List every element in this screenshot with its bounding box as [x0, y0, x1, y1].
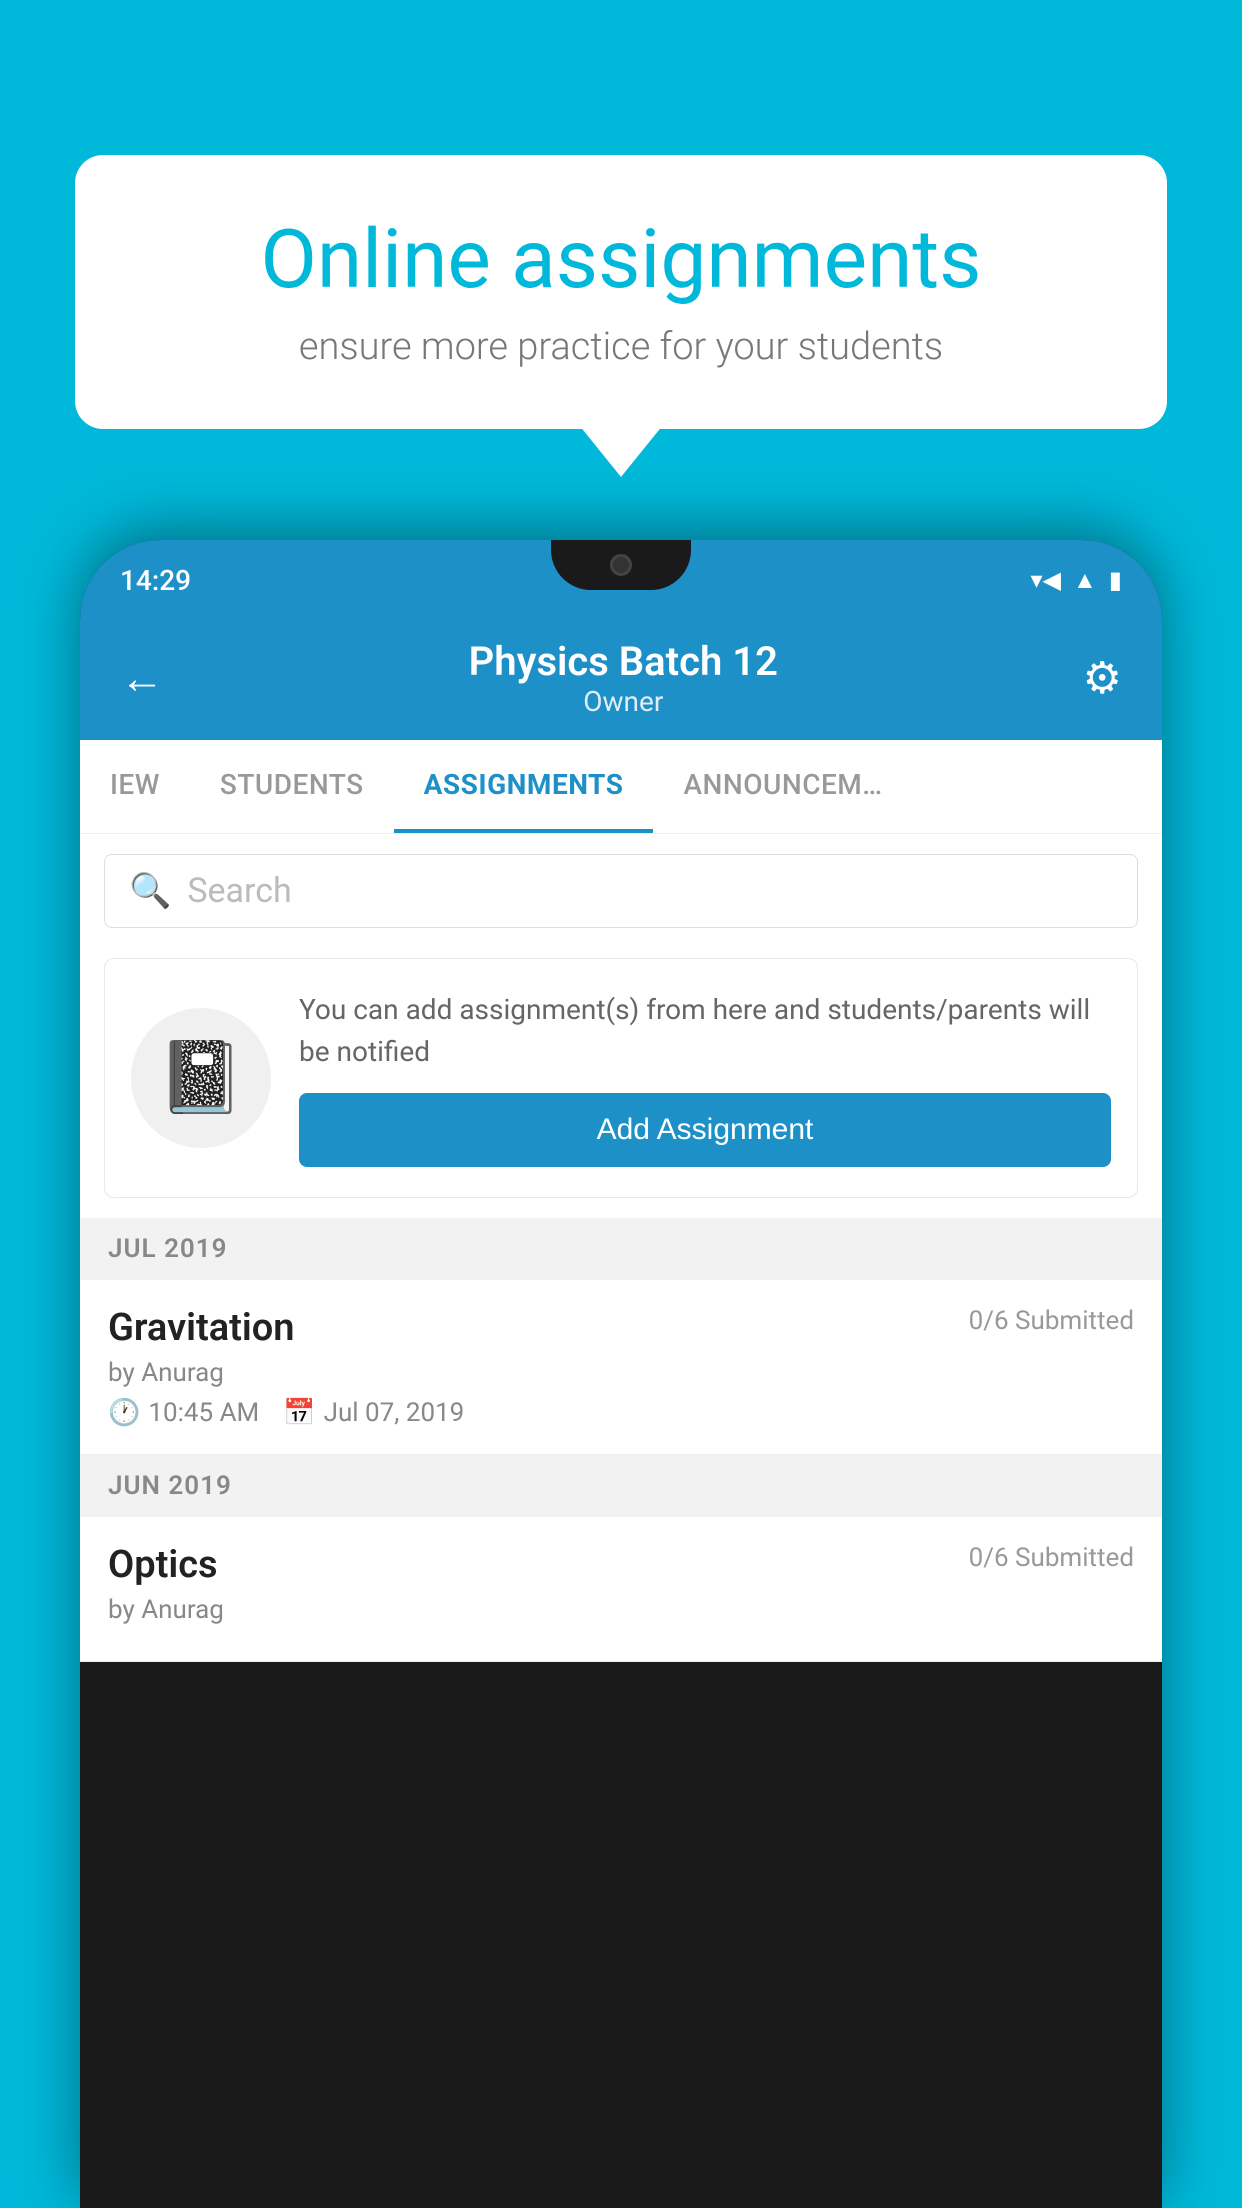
assignment-submitted-optics: 0/6 Submitted — [969, 1543, 1134, 1573]
empty-state-description: You can add assignment(s) from here and … — [299, 989, 1111, 1073]
bubble-headline: Online assignments — [145, 215, 1097, 305]
assignment-meta-gravitation-by: by Anurag — [108, 1358, 1134, 1388]
empty-state-text: You can add assignment(s) from here and … — [299, 989, 1111, 1167]
assignment-date-text: Jul 07, 2019 — [324, 1398, 465, 1428]
tab-students[interactable]: STUDENTS — [190, 740, 394, 833]
assignment-time-text: 10:45 AM — [148, 1398, 259, 1428]
bubble-subtext: ensure more practice for your students — [145, 325, 1097, 369]
notch — [551, 540, 691, 590]
header-title: Physics Batch 12 — [469, 638, 778, 685]
notebook-icon: 📓 — [157, 1037, 244, 1119]
clock-icon: 🕐 — [108, 1398, 140, 1428]
empty-state-card: 📓 You can add assignment(s) from here an… — [104, 958, 1138, 1198]
section-jul-2019: JUL 2019 — [80, 1218, 1162, 1280]
wifi-icon: ▾◀ — [1031, 566, 1062, 594]
search-bar[interactable]: 🔍 Search — [104, 854, 1138, 928]
header-center: Physics Batch 12 Owner — [469, 638, 778, 718]
assignment-meta-row: 🕐 10:45 AM 📅 Jul 07, 2019 — [108, 1398, 1134, 1428]
tab-assignments[interactable]: ASSIGNMENTS — [394, 740, 654, 833]
assignment-optics-top-row: Optics 0/6 Submitted — [108, 1543, 1134, 1587]
back-button[interactable]: ← — [120, 652, 164, 704]
header-subtitle: Owner — [469, 685, 778, 718]
phone-frame: 14:29 ▾◀ ▲ ▮ ← Physics Batch 12 Owner ⚙ … — [80, 540, 1162, 2208]
search-placeholder-text: Search — [187, 871, 291, 911]
status-icons: ▾◀ ▲ ▮ — [1031, 566, 1123, 595]
settings-icon[interactable]: ⚙ — [1083, 652, 1122, 704]
tab-iew[interactable]: IEW — [80, 740, 190, 833]
assignment-time: 🕐 10:45 AM — [108, 1398, 259, 1428]
section-jul-label: JUL 2019 — [108, 1234, 228, 1264]
assignment-title-optics: Optics — [108, 1543, 218, 1587]
assignment-meta-optics-by: by Anurag — [108, 1595, 1134, 1625]
empty-state-icon-wrap: 📓 — [131, 1008, 271, 1148]
section-jun-2019: JUN 2019 — [80, 1455, 1162, 1517]
speech-bubble-wrapper: Online assignments ensure more practice … — [75, 155, 1167, 429]
status-bar: 14:29 ▾◀ ▲ ▮ — [80, 540, 1162, 620]
app-header: ← Physics Batch 12 Owner ⚙ — [80, 620, 1162, 740]
assignment-date: 📅 Jul 07, 2019 — [283, 1398, 464, 1428]
speech-bubble: Online assignments ensure more practice … — [75, 155, 1167, 429]
tab-announcements[interactable]: ANNOUNCEM… — [653, 740, 912, 833]
signal-icon: ▲ — [1073, 566, 1097, 595]
search-bar-wrapper: 🔍 Search — [80, 834, 1162, 948]
assignment-submitted-gravitation: 0/6 Submitted — [969, 1306, 1134, 1336]
calendar-icon: 📅 — [283, 1398, 315, 1428]
section-jun-label: JUN 2019 — [108, 1471, 232, 1501]
assignment-title-gravitation: Gravitation — [108, 1306, 295, 1350]
assignment-gravitation[interactable]: Gravitation 0/6 Submitted by Anurag 🕐 10… — [80, 1280, 1162, 1455]
add-assignment-button[interactable]: Add Assignment — [299, 1093, 1111, 1167]
battery-icon: ▮ — [1109, 566, 1122, 594]
tabs-bar: IEW STUDENTS ASSIGNMENTS ANNOUNCEM… — [80, 740, 1162, 834]
camera-notch — [610, 554, 632, 576]
assignment-top-row: Gravitation 0/6 Submitted — [108, 1306, 1134, 1350]
assignment-optics[interactable]: Optics 0/6 Submitted by Anurag — [80, 1517, 1162, 1662]
phone-content: 🔍 Search 📓 You can add assignment(s) fro… — [80, 834, 1162, 1662]
status-time: 14:29 — [120, 564, 191, 597]
search-icon: 🔍 — [129, 871, 171, 911]
